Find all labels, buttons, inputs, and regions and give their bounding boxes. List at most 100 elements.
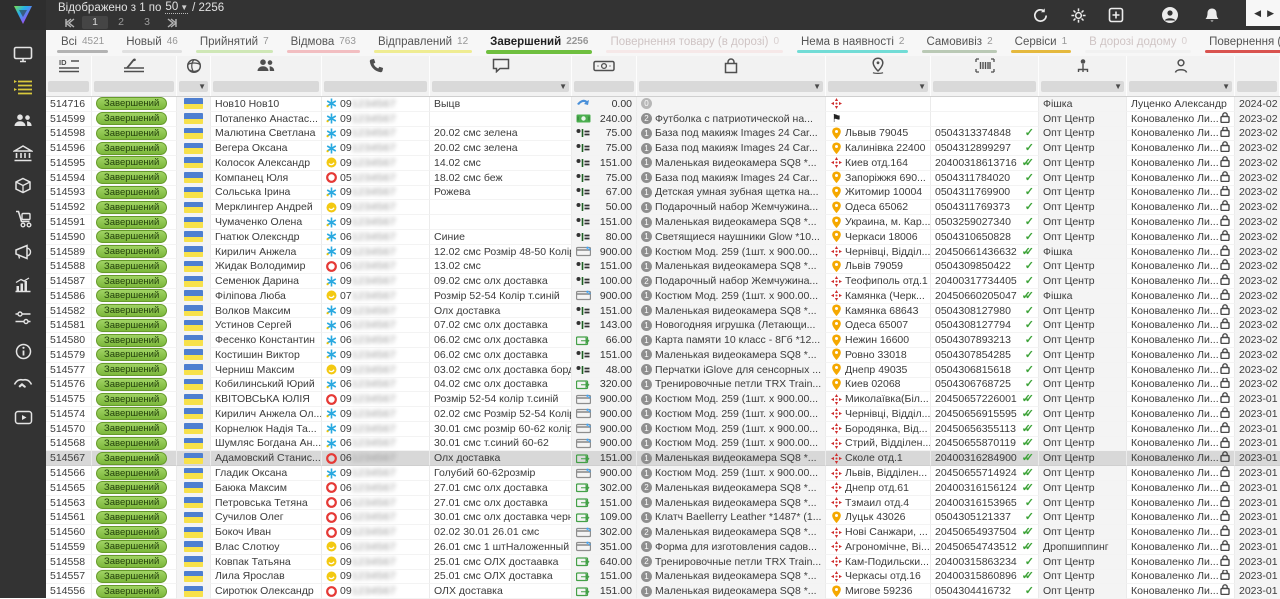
sidebar-item-warehouse[interactable]: [0, 139, 46, 172]
table-row[interactable]: 514568 Завершений Шумляс Богдана Ан... 0…: [46, 437, 1280, 452]
column-header-comment[interactable]: [430, 56, 572, 80]
table-row[interactable]: 514575 Завершений КВІТОВСЬКА ЮЛІЯ 091234…: [46, 392, 1280, 407]
column-header-source[interactable]: [1039, 56, 1127, 80]
bell-icon[interactable]: [1202, 7, 1222, 24]
table-row[interactable]: 514592 Завершений Мерклингер Андрей 0912…: [46, 200, 1280, 215]
filter-flag[interactable]: ▼: [177, 80, 211, 96]
tab-scroll-right-icon[interactable]: ▶: [1267, 8, 1274, 19]
table-row[interactable]: 514580 Завершений Фесенко Константин 061…: [46, 333, 1280, 348]
column-header-payment[interactable]: [572, 56, 637, 80]
table-row[interactable]: 514716 Завершений Нов10 Нов10 091234567 …: [46, 97, 1280, 112]
filter-status[interactable]: [92, 80, 177, 96]
app-logo[interactable]: [0, 0, 46, 30]
filter-id[interactable]: [46, 80, 92, 96]
table-row[interactable]: 514588 Завершений Жидак Володимир 061234…: [46, 259, 1280, 274]
filter-input[interactable]: [933, 81, 1036, 92]
table-row[interactable]: 514557 Завершений Лила Ярослав 091234567…: [46, 570, 1280, 585]
table-row[interactable]: 514560 Завершений Бокоч Иван 091234567 0…: [46, 525, 1280, 540]
account-icon[interactable]: [1160, 6, 1180, 24]
filter-input[interactable]: [828, 81, 928, 92]
sidebar-item-statistics[interactable]: [0, 271, 46, 304]
sidebar-item-info[interactable]: [0, 337, 46, 370]
filter-input[interactable]: [1237, 81, 1277, 92]
filter-manager[interactable]: ▼: [1127, 80, 1235, 96]
column-header-date[interactable]: [1235, 56, 1280, 80]
column-header-ttn[interactable]: [931, 56, 1039, 80]
first-page-button[interactable]: [58, 18, 82, 28]
table-row[interactable]: 514589 Завершений Кирилич Анжела 0912345…: [46, 245, 1280, 260]
column-header-manager[interactable]: [1127, 56, 1235, 80]
tab-3[interactable]: Відмова 763: [280, 30, 367, 56]
filter-input[interactable]: [48, 81, 89, 92]
table-row[interactable]: 514598 Завершений Малютина Светлана 0912…: [46, 127, 1280, 142]
table-row[interactable]: 514581 Завершений Устинов Сергей 0612345…: [46, 318, 1280, 333]
page-button-2[interactable]: 2: [108, 16, 134, 29]
sidebar-item-delivery[interactable]: [0, 205, 46, 238]
add-order-icon[interactable]: [1106, 7, 1126, 23]
tab-2[interactable]: Прийнятий 7: [189, 30, 280, 56]
table-row[interactable]: 514586 Завершений Філіпова Люба 07123456…: [46, 289, 1280, 304]
tab-scroll-left-icon[interactable]: ◀: [1254, 8, 1261, 19]
table-row[interactable]: 514596 Завершений Вегера Оксана 09123456…: [46, 141, 1280, 156]
sidebar-item-marketing[interactable]: [0, 238, 46, 271]
filter-payment[interactable]: [572, 80, 637, 96]
table-row[interactable]: 514558 Завершений Ковпак Татьяна 0912345…: [46, 555, 1280, 570]
filter-phone[interactable]: [322, 80, 430, 96]
table-row[interactable]: 514566 Завершений Гладик Оксана 09123456…: [46, 466, 1280, 481]
tab-7[interactable]: Нема в наявності 2: [790, 30, 915, 56]
sidebar-item-products[interactable]: [0, 172, 46, 205]
table-row[interactable]: 514579 Завершений Костишин Виктор 091234…: [46, 348, 1280, 363]
table-row[interactable]: 514595 Завершений Колосок Александр 0912…: [46, 156, 1280, 171]
filter-input[interactable]: [639, 81, 823, 92]
column-header-phone[interactable]: [322, 56, 430, 80]
filter-input[interactable]: [324, 81, 427, 92]
last-page-button[interactable]: [160, 18, 184, 28]
column-header-flag[interactable]: [177, 56, 211, 80]
table-row[interactable]: 514593 Завершений Сольська Ірина 0912345…: [46, 186, 1280, 201]
sidebar-item-dashboard[interactable]: [0, 40, 46, 73]
filter-name[interactable]: [211, 80, 322, 96]
column-header-product[interactable]: [637, 56, 826, 80]
filter-input[interactable]: [1041, 81, 1124, 92]
sidebar-item-video-tutorials[interactable]: [0, 403, 46, 436]
table-row[interactable]: 514574 Завершений Кирилич Анжела Ол... 0…: [46, 407, 1280, 422]
table-row[interactable]: 514567 Завершений Адамовский Станис... 0…: [46, 451, 1280, 466]
table-row[interactable]: 514590 Завершений Гнатюк Олексндр 061234…: [46, 230, 1280, 245]
table-row[interactable]: 514591 Завершений Чумаченко Олена 091234…: [46, 215, 1280, 230]
filter-product[interactable]: ▼: [637, 80, 826, 96]
tab-10[interactable]: В дорозі додому 0: [1078, 30, 1198, 56]
column-header-name[interactable]: [211, 56, 322, 80]
tab-0[interactable]: Всі 4521: [50, 30, 115, 56]
tab-4[interactable]: Відправлений 12: [367, 30, 479, 56]
filter-input[interactable]: [432, 81, 569, 92]
tab-5[interactable]: Завершений 2256: [479, 30, 599, 56]
sidebar-item-settings-sliders[interactable]: [0, 304, 46, 337]
sidebar-item-customers[interactable]: [0, 106, 46, 139]
table-row[interactable]: 514599 Завершений Потапенко Анастас... 0…: [46, 112, 1280, 127]
filter-location[interactable]: ▼: [826, 80, 931, 96]
table-row[interactable]: 514563 Завершений Петровська Тетяна 0612…: [46, 496, 1280, 511]
table-row[interactable]: 514582 Завершений Волков Максим 09123456…: [46, 304, 1280, 319]
tab-1[interactable]: Новый 46: [115, 30, 189, 56]
sidebar-item-partners[interactable]: [0, 370, 46, 403]
tab-11[interactable]: Повернення (завершений) 125: [1198, 30, 1280, 56]
page-button-1[interactable]: 1: [82, 16, 108, 29]
tab-9[interactable]: Сервіси 1: [1004, 30, 1079, 56]
table-row[interactable]: 514565 Завершений Баюка Максим 061234567…: [46, 481, 1280, 496]
table-row[interactable]: 514587 Завершений Семенюк Дарина 0912345…: [46, 274, 1280, 289]
filter-input[interactable]: [574, 81, 634, 92]
table-row[interactable]: 514559 Завершений Влас Слотюу 061234567 …: [46, 540, 1280, 555]
table-row[interactable]: 514594 Завершений Компанец Юля 051234567…: [46, 171, 1280, 186]
filter-input[interactable]: [94, 81, 174, 92]
tab-8[interactable]: Самовивіз 2: [915, 30, 1003, 56]
column-header-id[interactable]: ID: [46, 56, 92, 80]
page-button-3[interactable]: 3: [134, 16, 160, 29]
table-row[interactable]: 514570 Завершений Корнелюк Надія Та... 0…: [46, 422, 1280, 437]
table-row[interactable]: 514577 Завершений Черниш Максим 09123456…: [46, 363, 1280, 378]
column-header-location[interactable]: [826, 56, 931, 80]
filter-input[interactable]: [213, 81, 319, 92]
filter-source[interactable]: ▼: [1039, 80, 1127, 96]
column-header-status[interactable]: [92, 56, 177, 80]
table-row[interactable]: 514576 Завершений Кобилинський Юрий 0612…: [46, 378, 1280, 393]
gear-icon[interactable]: [1068, 7, 1088, 24]
